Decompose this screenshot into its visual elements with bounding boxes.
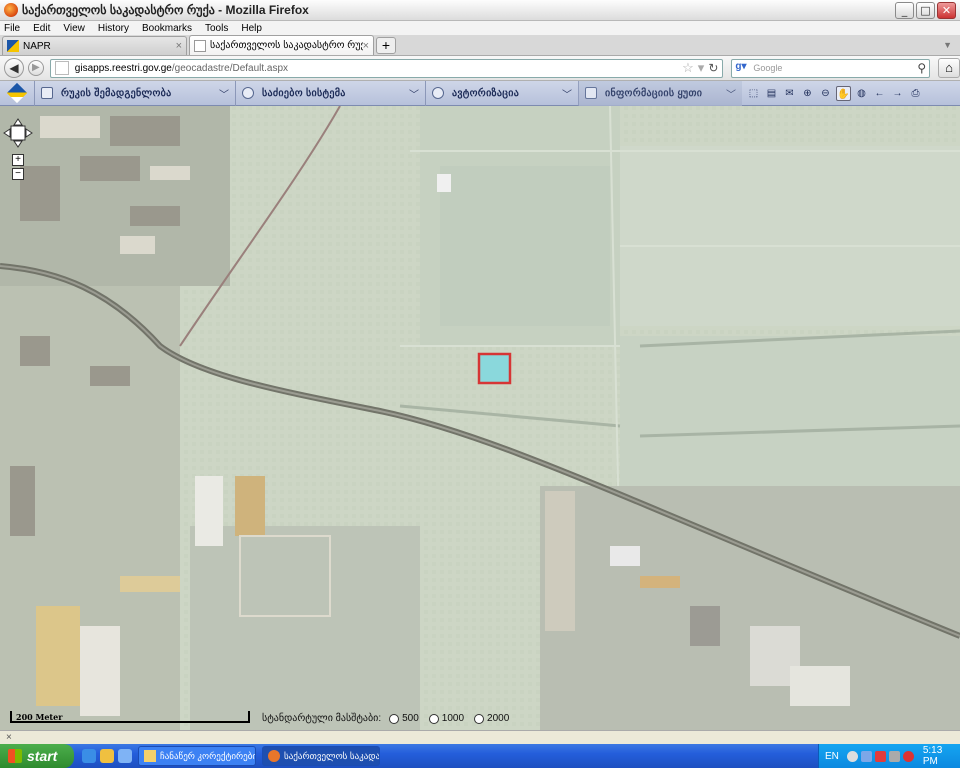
forward-arrow-icon[interactable]: → [890,86,905,101]
url-text[interactable]: gisapps.reestri.gov.ge/geocadastre/Defau… [75,63,682,74]
dropdown-info-box[interactable]: ინფორმაციის ყუთი ﹀ [578,80,742,106]
tray-icon[interactable] [860,750,872,762]
quick-launch [82,749,132,763]
napr-favicon [7,40,19,52]
tray-icon[interactable] [846,750,858,762]
back-button[interactable]: ◀ [4,58,24,78]
blank-favicon [194,39,206,52]
folder-icon [144,750,156,762]
chevron-down-icon: ﹀ [219,89,229,101]
chevron-down-icon: ﹀ [409,89,419,101]
menu-bar: File Edit View History Bookmarks Tools H… [0,21,960,35]
reload-icon[interactable]: ↻ [708,61,718,75]
find-bar-close-button[interactable]: × [6,732,12,743]
print-icon[interactable]: ⎙ [908,86,923,101]
google-icon[interactable]: g▾ [735,61,753,75]
window-title-bar: საქართველოს საკადასტრო რუქა - Mozilla Fi… [0,0,960,21]
map-canvas[interactable]: + − 200 Meter სტანდარტული მასშტაბი: 500 … [0,106,960,730]
zoom-in-icon[interactable]: ⊕ [800,86,815,101]
standard-scale-selector: სტანდარტული მასშტაბი: 500 1000 2000 [262,713,519,724]
tab-label: საქართველოს საკადასტრო რუქა [210,40,363,51]
menu-edit[interactable]: Edit [33,23,50,34]
zoom-box-icon[interactable]: ⬚ [746,86,761,101]
outlook-icon[interactable] [118,749,132,763]
find-bar: × [0,730,960,744]
close-button[interactable]: ✕ [937,1,956,19]
url-bar[interactable]: gisapps.reestri.gov.ge/geocadastre/Defau… [49,58,724,78]
layers-icon [41,87,53,99]
navigation-bar: ◀ ▶ gisapps.reestri.gov.ge/geocadastre/D… [0,56,960,81]
document-icon[interactable]: ▤ [764,86,779,101]
aerial-imagery [0,106,960,730]
pan-control[interactable] [3,118,33,148]
chevron-down-icon: ﹀ [562,89,572,101]
tab-napr[interactable]: NAPR × [2,36,187,55]
maximize-button[interactable]: □ [916,1,935,19]
taskbar-item-firefox[interactable]: საქართველოს საკადას... [262,746,380,766]
dropdown-authorization[interactable]: ავტორიზაცია ﹀ [425,80,578,106]
scale-option-1000[interactable]: 1000 [428,713,464,724]
scale-option-2000[interactable]: 2000 [474,713,509,724]
tab-close-icon[interactable]: × [363,40,369,52]
site-identity-icon[interactable] [54,61,69,75]
tab-label: NAPR [23,40,51,52]
minimize-button[interactable]: _ [895,1,914,19]
url-dropdown-icon[interactable]: ▾ [698,60,705,76]
scale-bar: 200 Meter [10,711,250,723]
app-toolbar: რუკის შემადგენლობა ﹀ საძიებო სისტემა ﹀ ა… [0,80,960,106]
menu-bookmarks[interactable]: Bookmarks [142,23,192,34]
standard-scale-label: სტანდარტული მასშტაბი: [262,713,382,724]
dropdown-search-system[interactable]: საძიებო სისტემა ﹀ [235,80,425,106]
user-icon [432,87,444,99]
tab-bar: NAPR × საქართველოს საკადასტრო რუქა × + ▼ [0,35,960,56]
search-bar[interactable]: g▾ Google ⚲ [731,58,931,78]
home-button[interactable]: ⌂ [938,58,960,78]
dropdown-map-layers[interactable]: რუკის შემადგენლობა ﹀ [34,80,235,106]
windows-logo-icon [8,749,22,763]
new-tab-button[interactable]: + [376,37,396,54]
firefox-icon [4,3,18,17]
menu-view[interactable]: View [63,23,85,34]
taskbar-item-folder[interactable]: ჩანაწერ კორექტირების სერვ... [138,746,256,766]
map-zoom-in-button[interactable]: + [12,154,24,166]
tab-close-icon[interactable]: × [176,40,182,52]
tray-icon[interactable] [902,750,914,762]
radio-icon[interactable] [474,713,485,724]
menu-history[interactable]: History [98,23,129,34]
menu-help[interactable]: Help [241,23,262,34]
scale-option-500[interactable]: 500 [389,713,419,724]
globe-icon[interactable]: ◍ [854,86,869,101]
menu-tools[interactable]: Tools [205,23,228,34]
search-icon[interactable]: ⚲ [917,61,926,75]
system-tray: EN 5:13 PM [818,744,960,768]
back-arrow-icon[interactable]: ← [872,86,887,101]
menu-file[interactable]: File [4,23,20,34]
start-button[interactable]: start [0,744,74,768]
search-icon [242,87,254,99]
clock: 5:13 PM [922,745,943,767]
scale-text: 200 Meter [16,712,63,722]
messenger-icon[interactable] [100,749,114,763]
forward-button[interactable]: ▶ [27,60,44,76]
language-indicator[interactable]: EN [825,751,839,762]
list-tabs-icon[interactable]: ▼ [943,40,952,50]
tray-icon[interactable] [874,750,886,762]
map-zoom-out-button[interactable]: − [12,168,24,180]
envelope-icon[interactable]: ✉ [782,86,797,101]
search-input[interactable]: Google [753,63,917,73]
info-box-icon [585,87,597,99]
tray-icon[interactable] [888,750,900,762]
radio-icon[interactable] [389,713,400,724]
napr-logo [0,81,34,106]
tab-cadastre-map[interactable]: საქართველოს საკადასტრო რუქა × [189,35,374,55]
ie-icon[interactable] [82,749,96,763]
window-title: საქართველოს საკადასტრო რუქა - Mozilla Fi… [22,3,309,17]
radio-icon[interactable] [428,713,439,724]
zoom-out-icon[interactable]: ⊖ [818,86,833,101]
firefox-icon [268,750,280,762]
pan-hand-icon[interactable]: ✋ [836,85,851,101]
windows-taskbar: start ჩანაწერ კორექტირების სერვ... საქარ… [0,744,960,768]
chevron-down-icon: ﹀ [726,89,736,101]
bookmark-star-icon[interactable]: ☆ [682,60,694,76]
